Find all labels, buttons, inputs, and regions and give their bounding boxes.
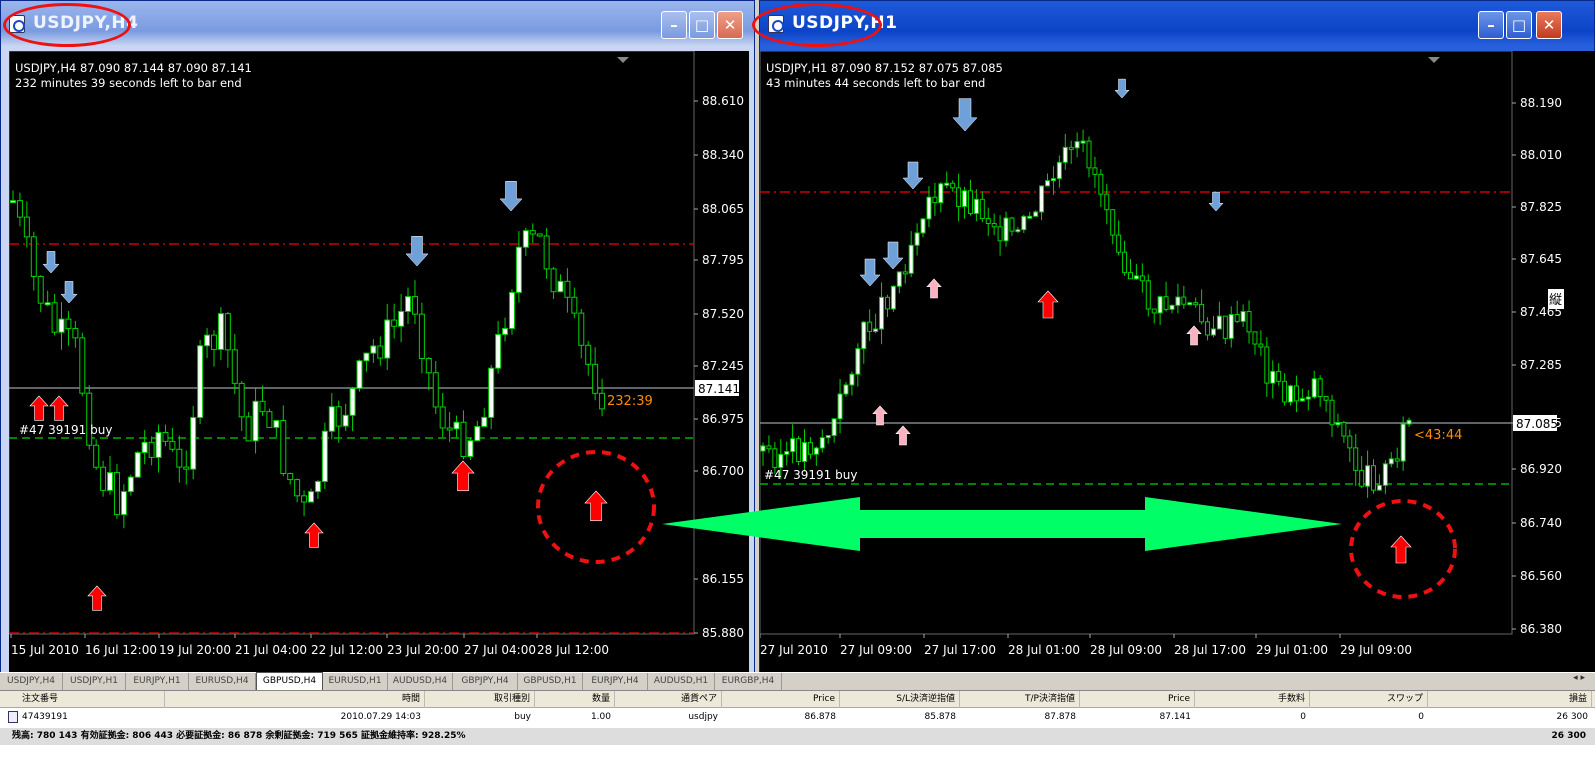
tab-eurusd-h1[interactable]: EURUSD,H1 xyxy=(323,673,388,690)
table-cell: 86.878 xyxy=(804,712,837,722)
total-profit: 26 300 xyxy=(1551,731,1586,741)
table-cell: buy xyxy=(514,712,531,722)
tab-audusd-h4[interactable]: AUDUSD,H4 xyxy=(388,673,453,690)
table-cell: 47439191 xyxy=(0,709,165,726)
column-header[interactable]: Price xyxy=(722,691,840,708)
tab-eurjpy-h1[interactable]: EURJPY,H1 xyxy=(126,673,189,690)
column-header[interactable]: 通貨ペア xyxy=(615,691,722,708)
table-cell: 85.878 xyxy=(924,712,957,722)
tab-usdjpy-h1[interactable]: USDJPY,H1 xyxy=(63,673,126,690)
column-header[interactable]: 手数料 xyxy=(1195,691,1310,708)
tab-gbpjpy-h4[interactable]: GBPJPY,H4 xyxy=(453,673,518,690)
column-header[interactable]: S/L決済逆指値 xyxy=(840,691,960,708)
table-cell: 26 300 xyxy=(1556,712,1589,722)
table-cell: usdjpy xyxy=(688,712,718,722)
tab-audusd-h1[interactable]: AUDUSD,H1 xyxy=(648,673,715,690)
column-header[interactable]: 注文番号 xyxy=(0,691,165,708)
tab-gbpusd-h4[interactable]: GBPUSD,H4 xyxy=(256,672,323,690)
column-header[interactable]: 取引種別 xyxy=(425,691,535,708)
table-cell: 0 xyxy=(1300,712,1306,722)
account-summary-text: 残高: 780 143 有効証拠金: 806 443 必要証拠金: 86 878… xyxy=(12,731,466,741)
table-cell: 2010.07.29 14:03 xyxy=(340,712,421,722)
column-header[interactable]: 数量 xyxy=(535,691,615,708)
tab-eurjpy-h4[interactable]: EURJPY,H4 xyxy=(583,673,648,690)
table-cell: 0 xyxy=(1418,712,1424,722)
account-summary-row: 残高: 780 143 有効証拠金: 806 443 必要証拠金: 86 878… xyxy=(0,728,1595,745)
tab-eurgbp-h4[interactable]: EURGBP,H4 xyxy=(715,673,782,690)
column-header[interactable]: 損益 xyxy=(1428,691,1592,708)
column-header[interactable]: 時間 xyxy=(165,691,425,708)
column-header[interactable]: スワップ xyxy=(1310,691,1428,708)
column-header[interactable]: T/P決済指値 xyxy=(960,691,1080,708)
tab-eurusd-h4[interactable]: EURUSD,H4 xyxy=(189,673,256,690)
terminal-panel: 注文番号 時間 取引種別 数量 通貨ペア Price S/L決済逆指値 T/P決済指値 Pric… xyxy=(0,690,1595,759)
table-cell: 1.00 xyxy=(590,712,611,722)
chart-tabs-bar: ◂ ▸ USDJPY,H4 USDJPY,H1 EURJPY,H1 EURUSD,H4… xyxy=(0,672,1595,690)
order-icon xyxy=(8,710,18,723)
tab-scroll-arrows[interactable]: ◂ ▸ xyxy=(1573,673,1585,683)
table-row[interactable]: 47439191 2010.07.29 14:03 buy 1.00 usdjpy 86.… xyxy=(0,709,1595,726)
table-cell: 87.878 xyxy=(1044,712,1077,722)
annotation-overlay xyxy=(662,497,1342,551)
terminal-header-row: 注文番号 時間 取引種別 数量 通貨ペア Price S/L決済逆指値 T/P決済指値 Pric… xyxy=(0,691,1595,708)
tab-usdjpy-h4[interactable]: USDJPY,H4 xyxy=(0,673,63,690)
table-cell: 87.141 xyxy=(1159,712,1192,722)
column-header[interactable]: Price xyxy=(1080,691,1195,708)
double-headed-arrow xyxy=(662,497,1342,551)
tab-gbpusd-h1[interactable]: GBPUSD,H1 xyxy=(518,673,583,690)
